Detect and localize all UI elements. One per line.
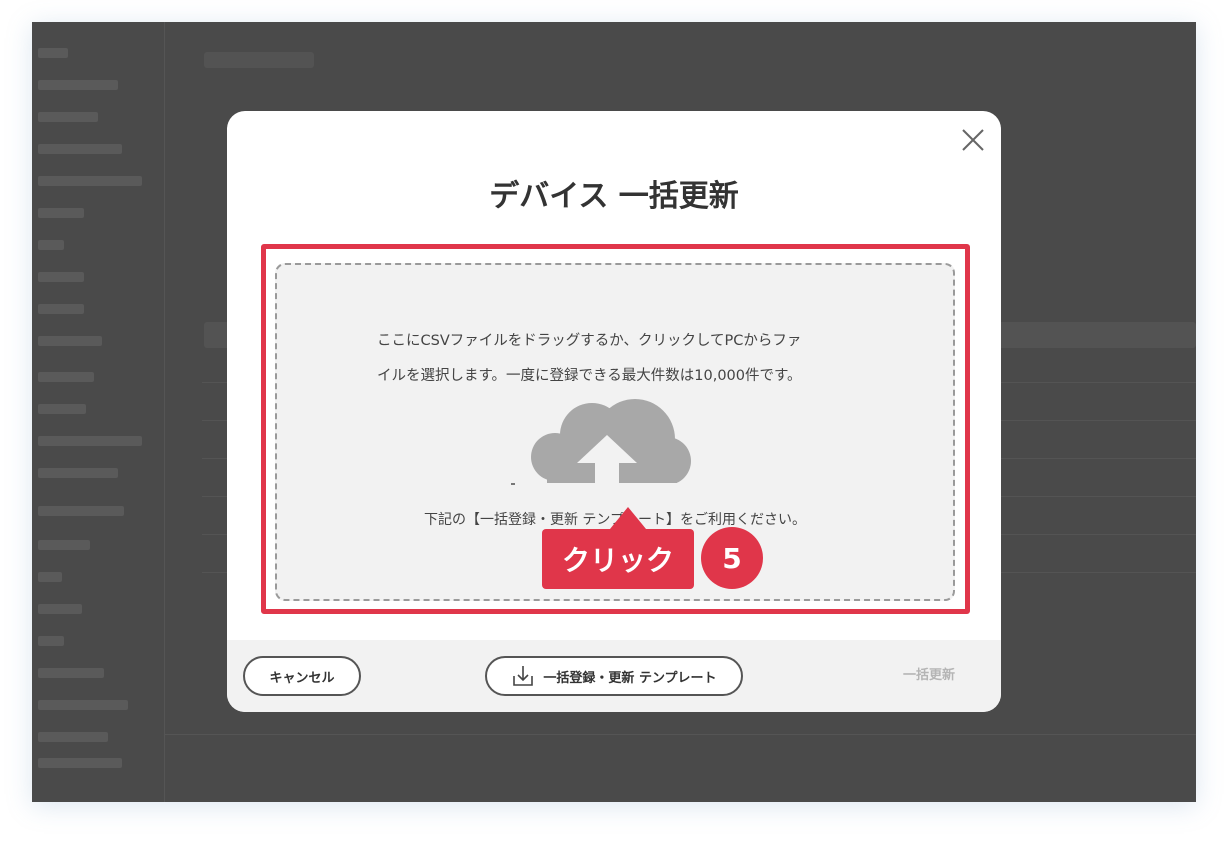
cancel-button[interactable]: キャンセル	[243, 656, 361, 696]
cloud-upload-icon	[507, 397, 707, 497]
background-sidebar	[32, 22, 165, 802]
modal-title: デバイス 一括更新	[489, 179, 739, 214]
modal-footer: キャンセル 一括登録・更新 テンプレート 一括更新	[227, 640, 1001, 712]
bulk-update-modal: デバイス 一括更新 ここにCSVファイルをドラッグするか、クリックしてPCからフ…	[227, 111, 1001, 712]
close-icon[interactable]	[960, 127, 986, 153]
bulk-update-button[interactable]: 一括更新	[889, 664, 969, 688]
download-template-button[interactable]: 一括登録・更新 テンプレート	[485, 656, 743, 696]
click-callout: クリック	[542, 529, 694, 589]
download-template-label: 一括登録・更新 テンプレート	[543, 670, 717, 686]
download-icon	[511, 664, 535, 688]
dropzone-instruction-line1: ここにCSVファイルをドラッグするか、クリックしてPCからファ	[377, 333, 802, 349]
dropzone-instruction-line2: イルを選択します。一度に登録できる最大件数は10,000件です。	[377, 368, 802, 384]
callout-pointer	[610, 507, 646, 529]
step-number-badge: 5	[701, 527, 763, 589]
csv-dropzone[interactable]: ここにCSVファイルをドラッグするか、クリックしてPCからファ イルを選択します…	[275, 263, 955, 601]
